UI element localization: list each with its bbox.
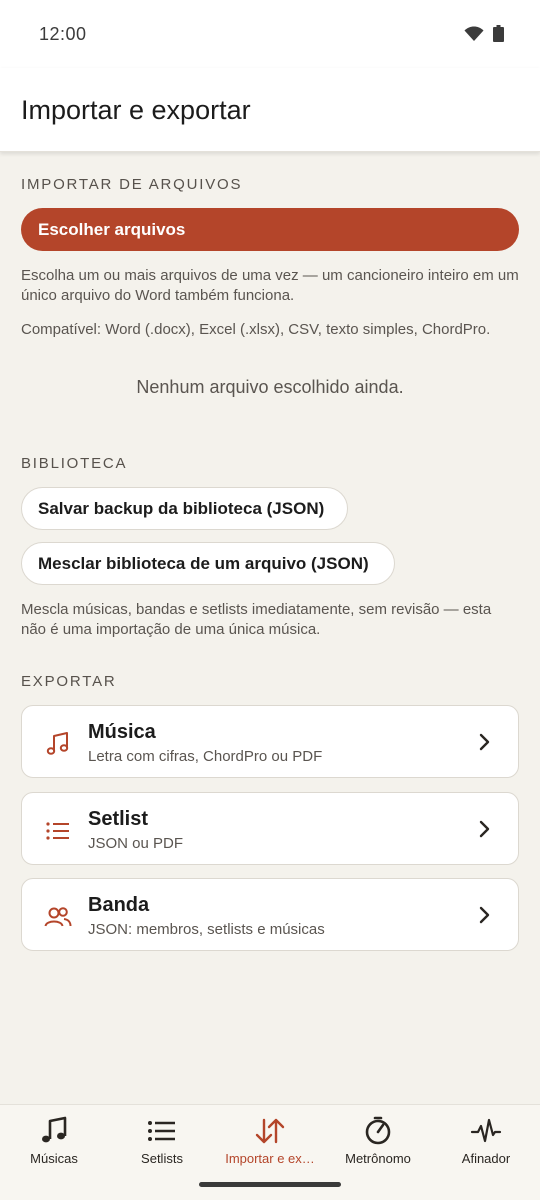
export-song-card[interactable]: Música Letra com cifras, ChordPro ou PDF	[21, 705, 519, 778]
save-backup-button[interactable]: Salvar backup da biblioteca (JSON)	[21, 487, 348, 530]
status-icons	[464, 25, 504, 42]
music-note-icon	[46, 732, 69, 755]
nav-item-tuner[interactable]: Afinador	[432, 1105, 540, 1185]
library-section-label: BIBLIOTECA	[21, 455, 128, 472]
battery-icon	[493, 25, 504, 42]
nav-label-import-export: Importar e ex…	[225, 1151, 315, 1166]
merge-library-button[interactable]: Mesclar biblioteca de um arquivo (JSON)	[21, 542, 395, 585]
nav-item-metronome[interactable]: Metrônomo	[324, 1105, 432, 1185]
export-song-subtitle: Letra com cifras, ChordPro ou PDF	[88, 748, 323, 765]
tuner-icon	[470, 1118, 502, 1143]
export-band-card[interactable]: Banda JSON: membros, setlists e músicas	[21, 878, 519, 951]
nav-label-songs: Músicas	[30, 1151, 78, 1166]
export-setlist-card[interactable]: Setlist JSON ou PDF	[21, 792, 519, 865]
metronome-icon	[365, 1116, 391, 1145]
import-help-text: Escolha um ou mais arquivos de uma vez —…	[21, 267, 519, 304]
list-icon	[148, 1121, 175, 1141]
chevron-right-icon	[479, 906, 490, 924]
import-section-label: IMPORTAR DE ARQUIVOS	[21, 176, 243, 193]
nav-label-metronome: Metrônomo	[345, 1151, 411, 1166]
people-icon	[44, 907, 72, 927]
empty-state-text: Nenhum arquivo escolhido ainda.	[136, 377, 404, 397]
nav-label-setlists: Setlists	[141, 1151, 183, 1166]
chevron-right-icon	[479, 820, 490, 838]
export-setlist-title: Setlist	[88, 808, 149, 830]
list-icon	[46, 822, 69, 840]
export-song-title: Música	[88, 721, 156, 743]
status-bar: 12:00	[0, 0, 540, 68]
export-setlist-subtitle: JSON ou PDF	[88, 835, 184, 852]
export-band-subtitle: JSON: membros, setlists e músicas	[88, 921, 325, 938]
page-title: Importar e exportar	[21, 95, 251, 125]
nav-item-songs[interactable]: Músicas	[0, 1105, 108, 1185]
nav-label-tuner: Afinador	[461, 1151, 511, 1166]
app-bar: Importar e exportar	[0, 68, 540, 152]
chevron-right-icon	[479, 733, 490, 751]
compat-text: Compatível: Word (.docx), Excel (.xlsx),…	[21, 321, 491, 338]
nav-item-setlists[interactable]: Setlists	[108, 1105, 216, 1185]
home-indicator	[199, 1182, 341, 1187]
nav-item-import-export[interactable]: Importar e ex…	[216, 1105, 324, 1185]
export-section-label: EXPORTAR	[21, 673, 117, 690]
merge-note: Mescla músicas, bandas e setlists imedia…	[21, 601, 492, 638]
choose-files-button[interactable]: Escolher arquivos	[21, 208, 519, 251]
music-note-icon	[42, 1116, 67, 1143]
status-time: 12:00	[39, 24, 87, 44]
import-export-icon	[255, 1118, 285, 1144]
export-band-title: Banda	[88, 894, 150, 916]
wifi-icon	[464, 26, 484, 41]
